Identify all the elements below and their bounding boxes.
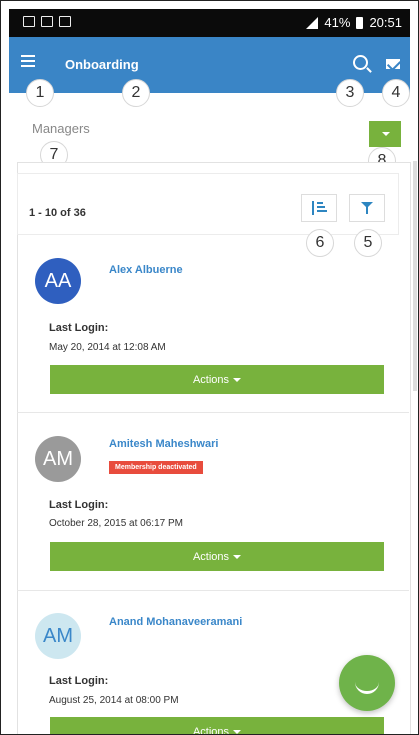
actions-label: Actions [192,373,230,386]
mail-icon[interactable] [386,59,400,69]
status-bar: 41% 20:51 [9,9,410,37]
status-badge: Membership deactivated [109,461,203,474]
user-name[interactable]: Amitesh Maheshwari [109,438,218,450]
sms-icon [41,16,53,27]
actions-label: Actions [192,725,230,735]
battery-icon [356,16,364,29]
row-divider [17,590,409,591]
marker-5: 5 [354,229,382,257]
page-title: Onboarding [65,57,139,72]
last-login-value: October 28, 2015 at 06:17 PM [49,518,183,529]
list-header [17,173,399,235]
last-login-value: May 20, 2014 at 12:08 AM [49,342,166,353]
last-login-label: Last Login: [49,499,109,511]
avatar[interactable]: AM [35,613,81,659]
actions-label: Actions [192,550,230,563]
marker-3: 3 [336,79,364,107]
options-dropdown-button[interactable] [369,121,401,147]
menu-icon[interactable] [21,55,35,67]
battery-percent: 41% [324,15,351,30]
last-login-label: Last Login: [49,675,109,687]
filter-button[interactable] [349,194,385,222]
marker-4: 4 [382,79,410,107]
actions-button[interactable]: Actions [50,542,384,571]
avatar[interactable]: AA [35,258,81,304]
notification-icon [23,16,35,27]
user-name[interactable]: Anand Mohanaveeramani [109,616,242,628]
chevron-down-icon [233,377,242,382]
marker-1: 1 [26,79,54,107]
actions-button[interactable]: Actions [50,365,384,394]
phone-frame: 41% 20:51 Onboarding 1 2 3 4 Managers 7 … [0,0,419,735]
clock: 20:51 [369,15,402,30]
status-right: 41% 20:51 [306,15,402,30]
sort-icon [312,201,327,215]
signal-icon [306,16,319,29]
gallery-icon [59,16,71,27]
user-name[interactable]: Alex Albuerne [109,264,183,276]
managers-label: Managers [32,121,90,136]
marker-6: 6 [306,229,334,257]
chevron-down-icon [233,554,242,559]
search-icon[interactable] [353,55,368,70]
last-login-value: August 25, 2014 at 08:00 PM [49,695,179,706]
actions-button[interactable]: Actions [50,717,384,735]
sort-button[interactable] [301,194,337,222]
marker-2: 2 [122,79,150,107]
scroll-edge [413,161,417,391]
row-divider [17,412,409,413]
chat-button[interactable] [339,655,395,711]
chevron-down-icon [233,729,242,734]
last-login-label: Last Login: [49,322,109,334]
status-icons [23,16,71,27]
filter-icon [361,202,373,214]
result-count: 1 - 10 of 36 [29,207,86,219]
avatar[interactable]: AM [35,436,81,482]
